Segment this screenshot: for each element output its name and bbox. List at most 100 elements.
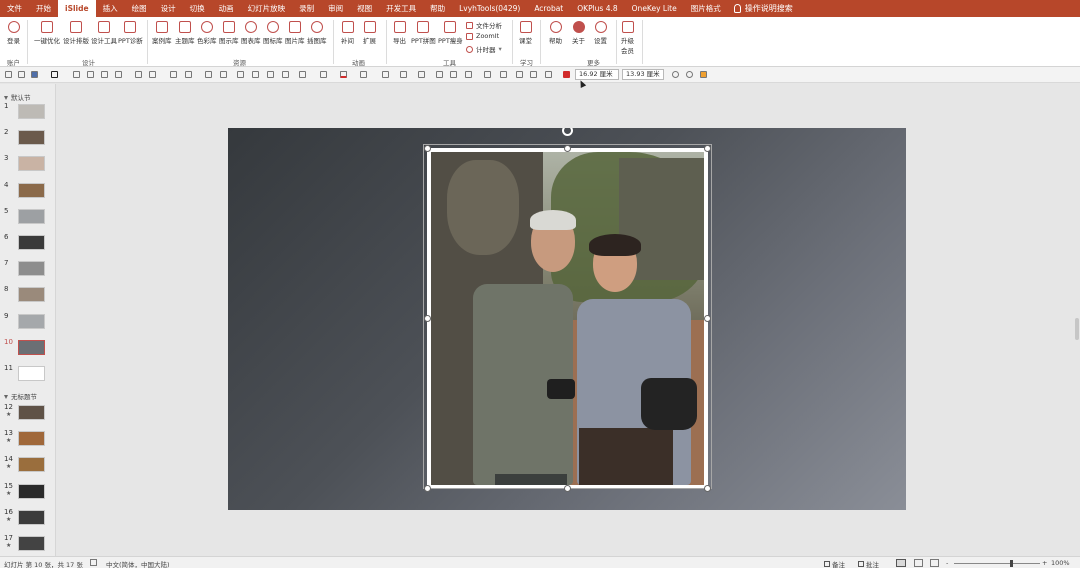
picture-icon[interactable]	[700, 71, 707, 78]
fill-color-icon[interactable]	[31, 71, 38, 78]
size-icon[interactable]	[563, 71, 570, 78]
resize-handle-nw[interactable]	[424, 145, 431, 152]
font-color-icon[interactable]	[340, 71, 347, 78]
case-library-button[interactable]: 案例库	[152, 21, 172, 45]
layer-icon[interactable]	[282, 71, 289, 78]
design-tools-button[interactable]: 设计工具	[91, 21, 117, 45]
zoom-in-button[interactable]: +	[1042, 559, 1047, 567]
layout-icon[interactable]	[418, 71, 425, 78]
bring-forward-icon[interactable]	[205, 71, 212, 78]
tween-button[interactable]: 补间	[341, 21, 354, 45]
chevron-down-icon[interactable]	[715, 71, 722, 78]
slide-thumbnail[interactable]	[18, 104, 45, 119]
circle-icon[interactable]	[686, 71, 693, 78]
one-click-optimize-button[interactable]: 一键优化	[34, 21, 60, 45]
reading-view-icon[interactable]	[930, 559, 939, 567]
slide-thumbnail[interactable]	[18, 457, 45, 473]
tab-item[interactable]: iSlide	[58, 0, 96, 17]
shape-width-input[interactable]: 13.93 厘米	[622, 69, 664, 80]
tab-item[interactable]: 绘图	[125, 0, 154, 17]
tab-item[interactable]: 录制	[292, 0, 321, 17]
circle-icon[interactable]	[672, 71, 679, 78]
login-button[interactable]: 登录	[7, 21, 20, 45]
settings-button[interactable]: 设置	[594, 21, 607, 45]
ppt-collage-button[interactable]: PPT拼图	[411, 21, 436, 45]
shape-icon[interactable]	[299, 71, 306, 78]
help-button[interactable]: 帮助	[549, 21, 562, 45]
align-icon[interactable]	[115, 71, 122, 78]
color-library-button[interactable]: 色彩库	[197, 21, 217, 45]
scrollbar-thumb[interactable]	[1075, 318, 1079, 340]
tab-item[interactable]: 审阅	[321, 0, 350, 17]
timer-dropdown-icon[interactable]: ▾	[499, 45, 502, 53]
grid-icon[interactable]	[545, 71, 552, 78]
slide-thumbnail[interactable]	[18, 483, 45, 499]
classroom-button[interactable]: 课堂	[519, 21, 532, 45]
slide-thumbnail[interactable]	[18, 235, 45, 250]
tell-me-search[interactable]: 操作说明搜索	[728, 3, 793, 14]
layout-icon[interactable]	[450, 71, 457, 78]
align-icon[interactable]	[73, 71, 80, 78]
layer-icon[interactable]	[252, 71, 259, 78]
tab-item[interactable]: 插入	[96, 0, 125, 17]
slide-thumbnail[interactable]	[18, 208, 45, 224]
align-icon[interactable]	[101, 71, 108, 78]
send-backward-icon[interactable]	[220, 71, 227, 78]
tab-item[interactable]: 开发工具	[379, 0, 423, 17]
theme-library-button[interactable]: 主题库	[175, 21, 195, 45]
layout-icon[interactable]	[400, 71, 407, 78]
tab-item[interactable]: LvyhTools(0429)	[452, 0, 527, 17]
slide-sorter-icon[interactable]	[914, 559, 923, 567]
rotate-icon[interactable]	[185, 71, 192, 78]
about-button[interactable]: 关于	[572, 21, 585, 45]
section-default[interactable]: 默认节	[4, 92, 31, 102]
icon-library-button[interactable]: 图标库	[263, 21, 283, 45]
shape-icon[interactable]	[5, 71, 12, 78]
design-layout-button[interactable]: 设计排版	[63, 21, 89, 45]
slide-thumbnail[interactable]	[18, 287, 45, 303]
slide-thumbnail[interactable]	[18, 536, 45, 551]
slide-thumbnail[interactable]	[18, 431, 45, 447]
slide-thumbnail[interactable]	[18, 156, 45, 172]
image-library-button[interactable]: 图片库	[285, 21, 305, 45]
slide-thumbnail[interactable]	[18, 509, 45, 525]
zoom-out-button[interactable]: -	[946, 559, 948, 567]
normal-view-icon[interactable]	[896, 559, 906, 567]
tab-item[interactable]: OKPlus 4.8	[570, 0, 624, 17]
spellcheck-icon[interactable]	[90, 559, 97, 566]
zoom-level[interactable]: 100%	[1051, 559, 1070, 567]
distribute-icon[interactable]	[170, 71, 177, 78]
tab-item[interactable]: 文件	[0, 0, 29, 17]
diagram-library-button[interactable]: 图示库	[219, 21, 239, 45]
grid-icon[interactable]	[530, 71, 537, 78]
extend-button[interactable]: 扩展	[363, 21, 376, 45]
layer-icon[interactable]	[267, 71, 274, 78]
tab-item[interactable]: 开始	[29, 0, 58, 17]
timer-button[interactable]: 计时器 ▾	[466, 44, 502, 54]
slide-thumbnail[interactable]	[18, 313, 45, 329]
tab-item[interactable]: 动画	[212, 0, 241, 17]
tab-item[interactable]: OneKey Lite	[625, 0, 684, 17]
illustration-library-button[interactable]: 插图库	[307, 21, 327, 45]
slide-thumbnail[interactable]	[18, 339, 45, 355]
resize-handle-w[interactable]	[424, 315, 431, 322]
grid-icon[interactable]	[484, 71, 491, 78]
shape-icon[interactable]	[18, 71, 25, 78]
distribute-icon[interactable]	[149, 71, 156, 78]
slide-thumbnail[interactable]	[18, 366, 45, 381]
group-icon[interactable]	[87, 71, 94, 78]
tab-item[interactable]: 幻灯片放映	[241, 0, 293, 17]
resize-handle-ne[interactable]	[704, 145, 711, 152]
slide-thumbnail[interactable]	[18, 405, 45, 420]
comments-button[interactable]: 批注	[858, 559, 879, 568]
resize-handle-se[interactable]	[704, 485, 711, 492]
chart-library-button[interactable]: 图表库	[241, 21, 261, 45]
layout-icon[interactable]	[436, 71, 443, 78]
slide-canvas[interactable]	[228, 128, 906, 510]
resize-handle-sw[interactable]	[424, 485, 431, 492]
text-icon[interactable]	[320, 71, 327, 78]
export-button[interactable]: 导出	[393, 21, 406, 45]
notes-button[interactable]: 备注	[824, 559, 845, 568]
outline-icon[interactable]	[360, 71, 367, 78]
slide-thumbnail[interactable]	[18, 261, 45, 277]
